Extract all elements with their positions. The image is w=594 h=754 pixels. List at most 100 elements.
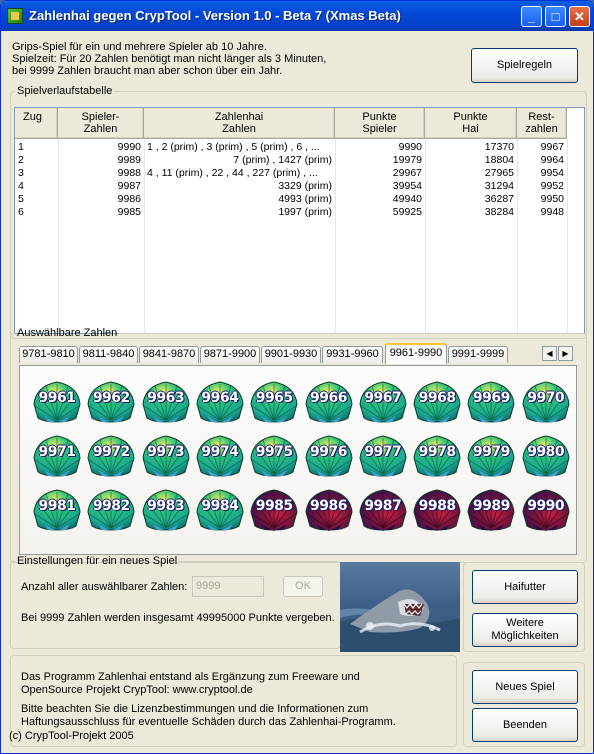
number-button-9981[interactable]: 9981 xyxy=(32,486,82,532)
column-header[interactable]: Zug xyxy=(15,108,58,139)
table-cell: 29967 xyxy=(392,167,422,179)
table-row[interactable]: 6 9985 1997 (prim) 59925 38284 9948 xyxy=(15,206,567,219)
column-header[interactable]: Zahlenhai Zahlen xyxy=(144,108,335,139)
haifutter-button[interactable]: Haifutter xyxy=(472,570,578,604)
tab-scroll-right[interactable]: ▶ xyxy=(558,346,573,361)
number-button-9965[interactable]: 9965 xyxy=(249,378,299,424)
table-cell: 9990 xyxy=(117,141,141,153)
number-label: 9988 xyxy=(418,498,456,514)
app-icon[interactable] xyxy=(7,8,23,24)
maximize-button[interactable]: □ xyxy=(545,6,566,27)
number-label: 9990 xyxy=(527,498,565,514)
table-cell: 59925 xyxy=(392,206,422,218)
grid-line xyxy=(567,139,568,333)
table-cell: 39954 xyxy=(392,180,422,192)
quit-button[interactable]: Beenden xyxy=(472,708,578,742)
intro-line-3: bei 9999 Zahlen braucht man aber schon ü… xyxy=(12,65,283,77)
number-button-9980[interactable]: 9980 xyxy=(521,432,571,478)
number-button-9983[interactable]: 9983 xyxy=(141,486,191,532)
column-header-line1: Zug xyxy=(23,111,42,123)
number-button-9973[interactable]: 9973 xyxy=(141,432,191,478)
table-cell: 17370 xyxy=(484,141,514,153)
minimize-button[interactable]: _ xyxy=(521,6,542,27)
number-label: 9980 xyxy=(527,444,565,460)
tab-9901-9930[interactable]: 9901-9930 xyxy=(261,346,321,363)
tab-9871-9900[interactable]: 9871-9900 xyxy=(200,346,260,363)
ok-button[interactable]: OK xyxy=(283,576,323,597)
number-label: 9986 xyxy=(310,498,347,514)
number-label: 9976 xyxy=(310,444,347,460)
number-button-9964[interactable]: 9964 xyxy=(195,378,245,424)
number-button-9977[interactable]: 9977 xyxy=(358,432,408,478)
number-button-9970[interactable]: 9970 xyxy=(521,378,571,424)
tab-9841-9870[interactable]: 9841-9870 xyxy=(139,346,199,363)
number-button-9972[interactable]: 9972 xyxy=(86,432,136,478)
table-row[interactable]: 1 9990 1 , 2 (prim) , 3 (prim) , 5 (prim) … xyxy=(15,141,567,154)
tab-9811-9840[interactable]: 9811-9840 xyxy=(79,346,138,363)
tab-9961-9990[interactable]: 9961-9990 xyxy=(385,343,447,364)
table-row[interactable]: 5 9986 4993 (prim) 49940 36287 9950 xyxy=(15,193,567,206)
tab-9991-9999[interactable]: 9991-9999 xyxy=(448,346,508,363)
table-cell: 18804 xyxy=(484,154,514,166)
number-button-9982[interactable]: 9982 xyxy=(86,486,136,532)
close-button[interactable]: ✕ xyxy=(569,6,590,27)
column-header-line1: Rest- xyxy=(528,111,555,123)
column-header[interactable]: Punkte Hai xyxy=(425,108,517,139)
minimize-icon: _ xyxy=(527,9,536,24)
more-options-button[interactable]: Weitere Möglichkeiten xyxy=(472,613,578,647)
number-button-9967[interactable]: 9967 xyxy=(358,378,408,424)
table-row[interactable]: 3 9988 4 , 11 (prim) , 22 , 44 , 227 (prim… xyxy=(15,167,567,180)
table-cell: 1 , 2 (prim) , 3 (prim) , 5 (prim) , 6 ,… xyxy=(147,141,320,153)
table-row[interactable]: 4 9987 3329 (prim) 39954 31294 9952 xyxy=(15,180,567,193)
tab-scroll-left[interactable]: ◀ xyxy=(542,346,557,361)
table-cell: 9988 xyxy=(117,167,141,179)
taken-number-9989: 9989 xyxy=(466,486,516,532)
footer-line-1: Das Programm Zahlenhai entstand als Ergä… xyxy=(21,671,360,683)
number-button-9968[interactable]: 9968 xyxy=(412,378,462,424)
number-button-9966[interactable]: 9966 xyxy=(304,378,354,424)
tab-9781-9810[interactable]: 9781-9810 xyxy=(19,346,78,363)
number-button-9979[interactable]: 9979 xyxy=(466,432,516,478)
table-cell: 31294 xyxy=(484,180,514,192)
table-cell: 1997 (prim) xyxy=(278,206,332,218)
number-button-9984[interactable]: 9984 xyxy=(195,486,245,532)
number-button-9978[interactable]: 9978 xyxy=(412,432,462,478)
number-button-9971[interactable]: 9971 xyxy=(32,432,82,478)
table-row[interactable]: 2 9989 7 (prim) , 1427 (prim) 19979 18804 996… xyxy=(15,154,567,167)
number-label: 9985 xyxy=(255,498,293,514)
history-table[interactable]: Zug Spieler- Zahlen Zahlenhai Zahlen Punkte Sp… xyxy=(14,107,585,334)
number-label: 9974 xyxy=(201,444,239,460)
taken-number-9986: 9986 xyxy=(304,486,354,532)
number-label: 9961 xyxy=(38,390,76,406)
table-cell: 4 xyxy=(18,180,24,192)
number-button-9963[interactable]: 9963 xyxy=(141,378,191,424)
column-header[interactable]: Punkte Spieler xyxy=(335,108,425,139)
number-button-9974[interactable]: 9974 xyxy=(195,432,245,478)
number-button-9961[interactable]: 9961 xyxy=(32,378,82,424)
number-button-9975[interactable]: 9975 xyxy=(249,432,299,478)
number-label: 9969 xyxy=(472,390,510,406)
table-cell: 38284 xyxy=(484,206,514,218)
number-label: 9989 xyxy=(472,498,510,514)
title-bar[interactable]: Zahlenhai gegen CrypTool - Version 1.0 -… xyxy=(1,1,593,31)
number-button-9962[interactable]: 9962 xyxy=(86,378,136,424)
tab-9931-9960[interactable]: 9931-9960 xyxy=(322,346,383,363)
rules-button[interactable]: Spielregeln xyxy=(471,48,578,83)
close-icon: ✕ xyxy=(574,9,585,24)
number-button-9969[interactable]: 9969 xyxy=(466,378,516,424)
number-label: 9963 xyxy=(147,390,185,406)
count-input[interactable]: 9999 xyxy=(192,576,264,597)
table-cell: 5 xyxy=(18,193,24,205)
column-header-line2: Spieler xyxy=(362,123,397,135)
number-label: 9972 xyxy=(92,444,130,460)
table-cell: 49940 xyxy=(392,193,422,205)
new-game-button[interactable]: Neues Spiel xyxy=(472,670,578,704)
number-label: 9982 xyxy=(92,498,130,514)
taken-number-9987: 9987 xyxy=(358,486,408,532)
history-rows: 1 9990 1 , 2 (prim) , 3 (prim) , 5 (prim) … xyxy=(15,141,567,219)
column-header[interactable]: Rest-zahlen xyxy=(517,108,567,139)
column-header[interactable]: Spieler- Zahlen xyxy=(58,108,144,139)
number-label: 9981 xyxy=(38,498,76,514)
number-button-9976[interactable]: 9976 xyxy=(304,432,354,478)
table-cell: 2 xyxy=(18,154,24,166)
